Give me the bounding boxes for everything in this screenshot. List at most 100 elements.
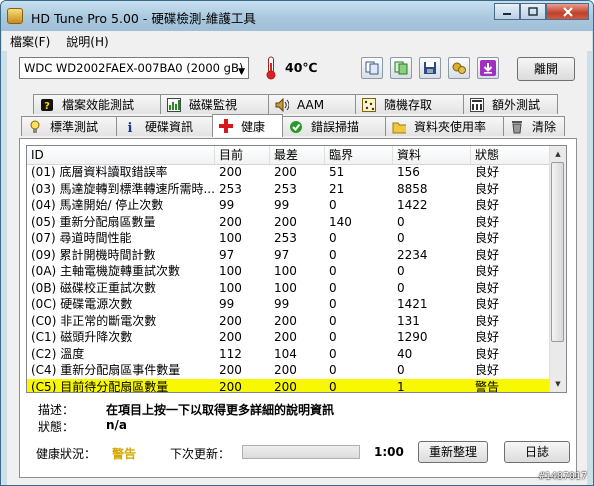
cell-status: 良好 [475, 330, 500, 344]
table-row[interactable]: (C1) 磁頭升降次數 200 200 0 1290 良好 [27, 329, 552, 346]
tab-erase[interactable]: 清除 [503, 116, 565, 136]
cell-threshold: 0 [329, 198, 337, 212]
watermark-text: #1487017 [538, 471, 587, 482]
cell-worst: 97 [274, 247, 290, 262]
close-button[interactable] [546, 3, 589, 20]
cell-status: 良好 [475, 346, 500, 361]
cell-current: 97 [219, 247, 235, 262]
caption-buttons [494, 3, 589, 21]
table-row[interactable]: (C2) 溫度 112 104 0 40 良好 [27, 346, 552, 363]
table-row[interactable]: (0B) 磁碟校正重試次數 100 100 0 0 良好 [27, 280, 552, 297]
status-bar: 健康狀況： 警告 下次更新： 1:00 重新整理 日誌 [20, 439, 576, 465]
tab-label: 額外測試 [492, 98, 541, 112]
cell-id: (C0) 非正常的斷電次數 [31, 313, 157, 328]
table-row[interactable]: (03) 馬達旋轉到標準轉速所需時... 253 253 21 8858 良好 [27, 181, 552, 198]
toolbar: WDC WD2002FAEX-007BA0 (2000 gB) ▼ 40℃ 離開 [7, 51, 587, 91]
download-button[interactable] [477, 57, 499, 79]
tab-folder-usage[interactable]: 資料夾使用率 [385, 116, 504, 136]
table-row[interactable]: (C0) 非正常的斷電次數 200 200 0 131 良好 [27, 313, 552, 330]
title-bar[interactable]: HD Tune Pro 5.00 - 硬碟檢測-維護工具 [1, 1, 593, 31]
log-button[interactable]: 日誌 [504, 441, 570, 463]
cell-id: (07) 尋道時間性能 [31, 231, 132, 245]
tab-error-scan[interactable]: 錯誤掃描 [282, 116, 386, 136]
folder-icon [392, 120, 406, 134]
cell-threshold: 0 [329, 247, 337, 262]
cell-data: 2234 [397, 247, 428, 262]
cell-current: 99 [219, 297, 235, 311]
menu-help[interactable]: 說明(H) [58, 33, 116, 50]
scrollbar-thumb[interactable] [551, 162, 564, 342]
column-header-data[interactable]: 資料 [393, 146, 471, 164]
cell-status: 良好 [475, 264, 500, 278]
cell-status: 良好 [475, 181, 500, 196]
window-title: HD Tune Pro 5.00 - 硬碟檢測-維護工具 [31, 11, 256, 26]
table-row[interactable]: (0A) 主軸電機旋轉重試次數 100 100 0 0 良好 [27, 263, 552, 280]
error-scan-icon [289, 120, 303, 134]
table-row[interactable]: (09) 累計開機時間計數 97 97 0 2234 良好 [27, 247, 552, 264]
smart-table[interactable]: ID 目前 最差 臨界 資料 狀態 (01) 底層資料讀取錯誤率 200 200 51… [26, 145, 567, 393]
maximize-button[interactable] [520, 3, 546, 20]
cell-id: (0A) 主軸電機旋轉重試次數 [31, 264, 181, 278]
tab-extra-tests[interactable]: 額外測試 [463, 94, 558, 114]
column-header-status[interactable]: 狀態 [471, 146, 552, 164]
copy-info-button[interactable] [361, 57, 383, 79]
main-area: WDC WD2002FAEX-007BA0 (2000 gB) ▼ 40℃ 離開… [7, 51, 587, 485]
extra-tests-icon [470, 97, 484, 112]
tab-label: 健康 [241, 119, 266, 134]
random-access-icon [362, 97, 376, 112]
save-icon [424, 62, 436, 74]
table-row[interactable]: (C5) 目前待分配扇區數量 200 200 0 1 警告 [27, 378, 552, 393]
health-status-label: 健康狀況： [36, 447, 97, 461]
tab-disk-info[interactable]: i 硬碟資訊 [116, 116, 213, 136]
exit-button[interactable]: 離開 [517, 57, 575, 81]
tab-label: 資料夾使用率 [414, 120, 487, 134]
menu-bar: 檔案(F) 說明(H) [2, 31, 592, 51]
column-header-id[interactable]: ID [27, 146, 215, 164]
cell-worst: 100 [274, 280, 297, 295]
save-button[interactable] [419, 57, 441, 79]
column-header-current[interactable]: 目前 [215, 146, 270, 164]
tab-benchmark[interactable]: 標準測試 [21, 116, 117, 136]
options-button[interactable] [448, 57, 470, 79]
cell-status: 良好 [475, 165, 500, 179]
cell-threshold: 140 [329, 214, 352, 229]
column-header-threshold[interactable]: 臨界 [325, 146, 393, 164]
table-row[interactable]: (05) 重新分配扇區數量 200 200 140 0 良好 [27, 214, 552, 231]
table-row[interactable]: (0C) 硬碟電源次數 99 99 0 1421 良好 [27, 296, 552, 313]
cell-worst: 200 [274, 379, 297, 393]
table-row[interactable]: (C4) 重新分配扇區事件數量 200 200 0 0 良好 [27, 362, 552, 379]
cell-data: 1422 [397, 198, 428, 212]
scroll-up-icon[interactable]: ▲ [550, 146, 566, 162]
table-row[interactable]: (01) 底層資料讀取錯誤率 200 200 51 156 良好 [27, 164, 552, 181]
menu-file[interactable]: 檔案(F) [2, 33, 58, 50]
cell-worst: 200 [274, 214, 297, 229]
cell-status: 良好 [475, 247, 500, 262]
cell-current: 200 [219, 330, 242, 344]
table-row[interactable]: (07) 尋道時間性能 100 253 0 0 良好 [27, 230, 552, 247]
tab-health[interactable]: 健康 [212, 114, 283, 137]
refresh-button[interactable]: 重新整理 [418, 441, 488, 463]
copy-icon [365, 61, 379, 75]
column-header-worst[interactable]: 最差 [270, 146, 325, 164]
cell-worst: 99 [274, 198, 290, 212]
table-row[interactable]: (04) 馬達開始/ 停止次數 99 99 0 1422 良好 [27, 197, 552, 214]
tab-file-benchmark[interactable]: ? 檔案效能測試 [33, 94, 161, 114]
cell-worst: 200 [274, 313, 297, 328]
cell-current: 253 [219, 181, 242, 196]
status-value: n/a [106, 418, 128, 432]
cell-threshold: 0 [329, 379, 337, 393]
cell-current: 200 [219, 165, 242, 179]
minimize-button[interactable] [494, 3, 520, 20]
copy-screenshot-button[interactable] [390, 57, 412, 79]
tab-label: AAM [297, 97, 325, 112]
tab-disk-monitor[interactable]: 磁碟監視 [160, 94, 269, 114]
tab-random-access[interactable]: 隨機存取 [355, 94, 464, 114]
download-icon [480, 60, 496, 76]
tab-aam[interactable]: AAM [268, 94, 356, 114]
close-icon [562, 6, 573, 17]
cell-data: 0 [397, 231, 405, 245]
maximize-icon [528, 7, 538, 16]
drive-select[interactable]: WDC WD2002FAEX-007BA0 (2000 gB) ▼ [19, 57, 249, 79]
vertical-scrollbar[interactable]: ▲ ▼ [549, 146, 566, 392]
scroll-down-icon[interactable]: ▼ [550, 376, 566, 392]
